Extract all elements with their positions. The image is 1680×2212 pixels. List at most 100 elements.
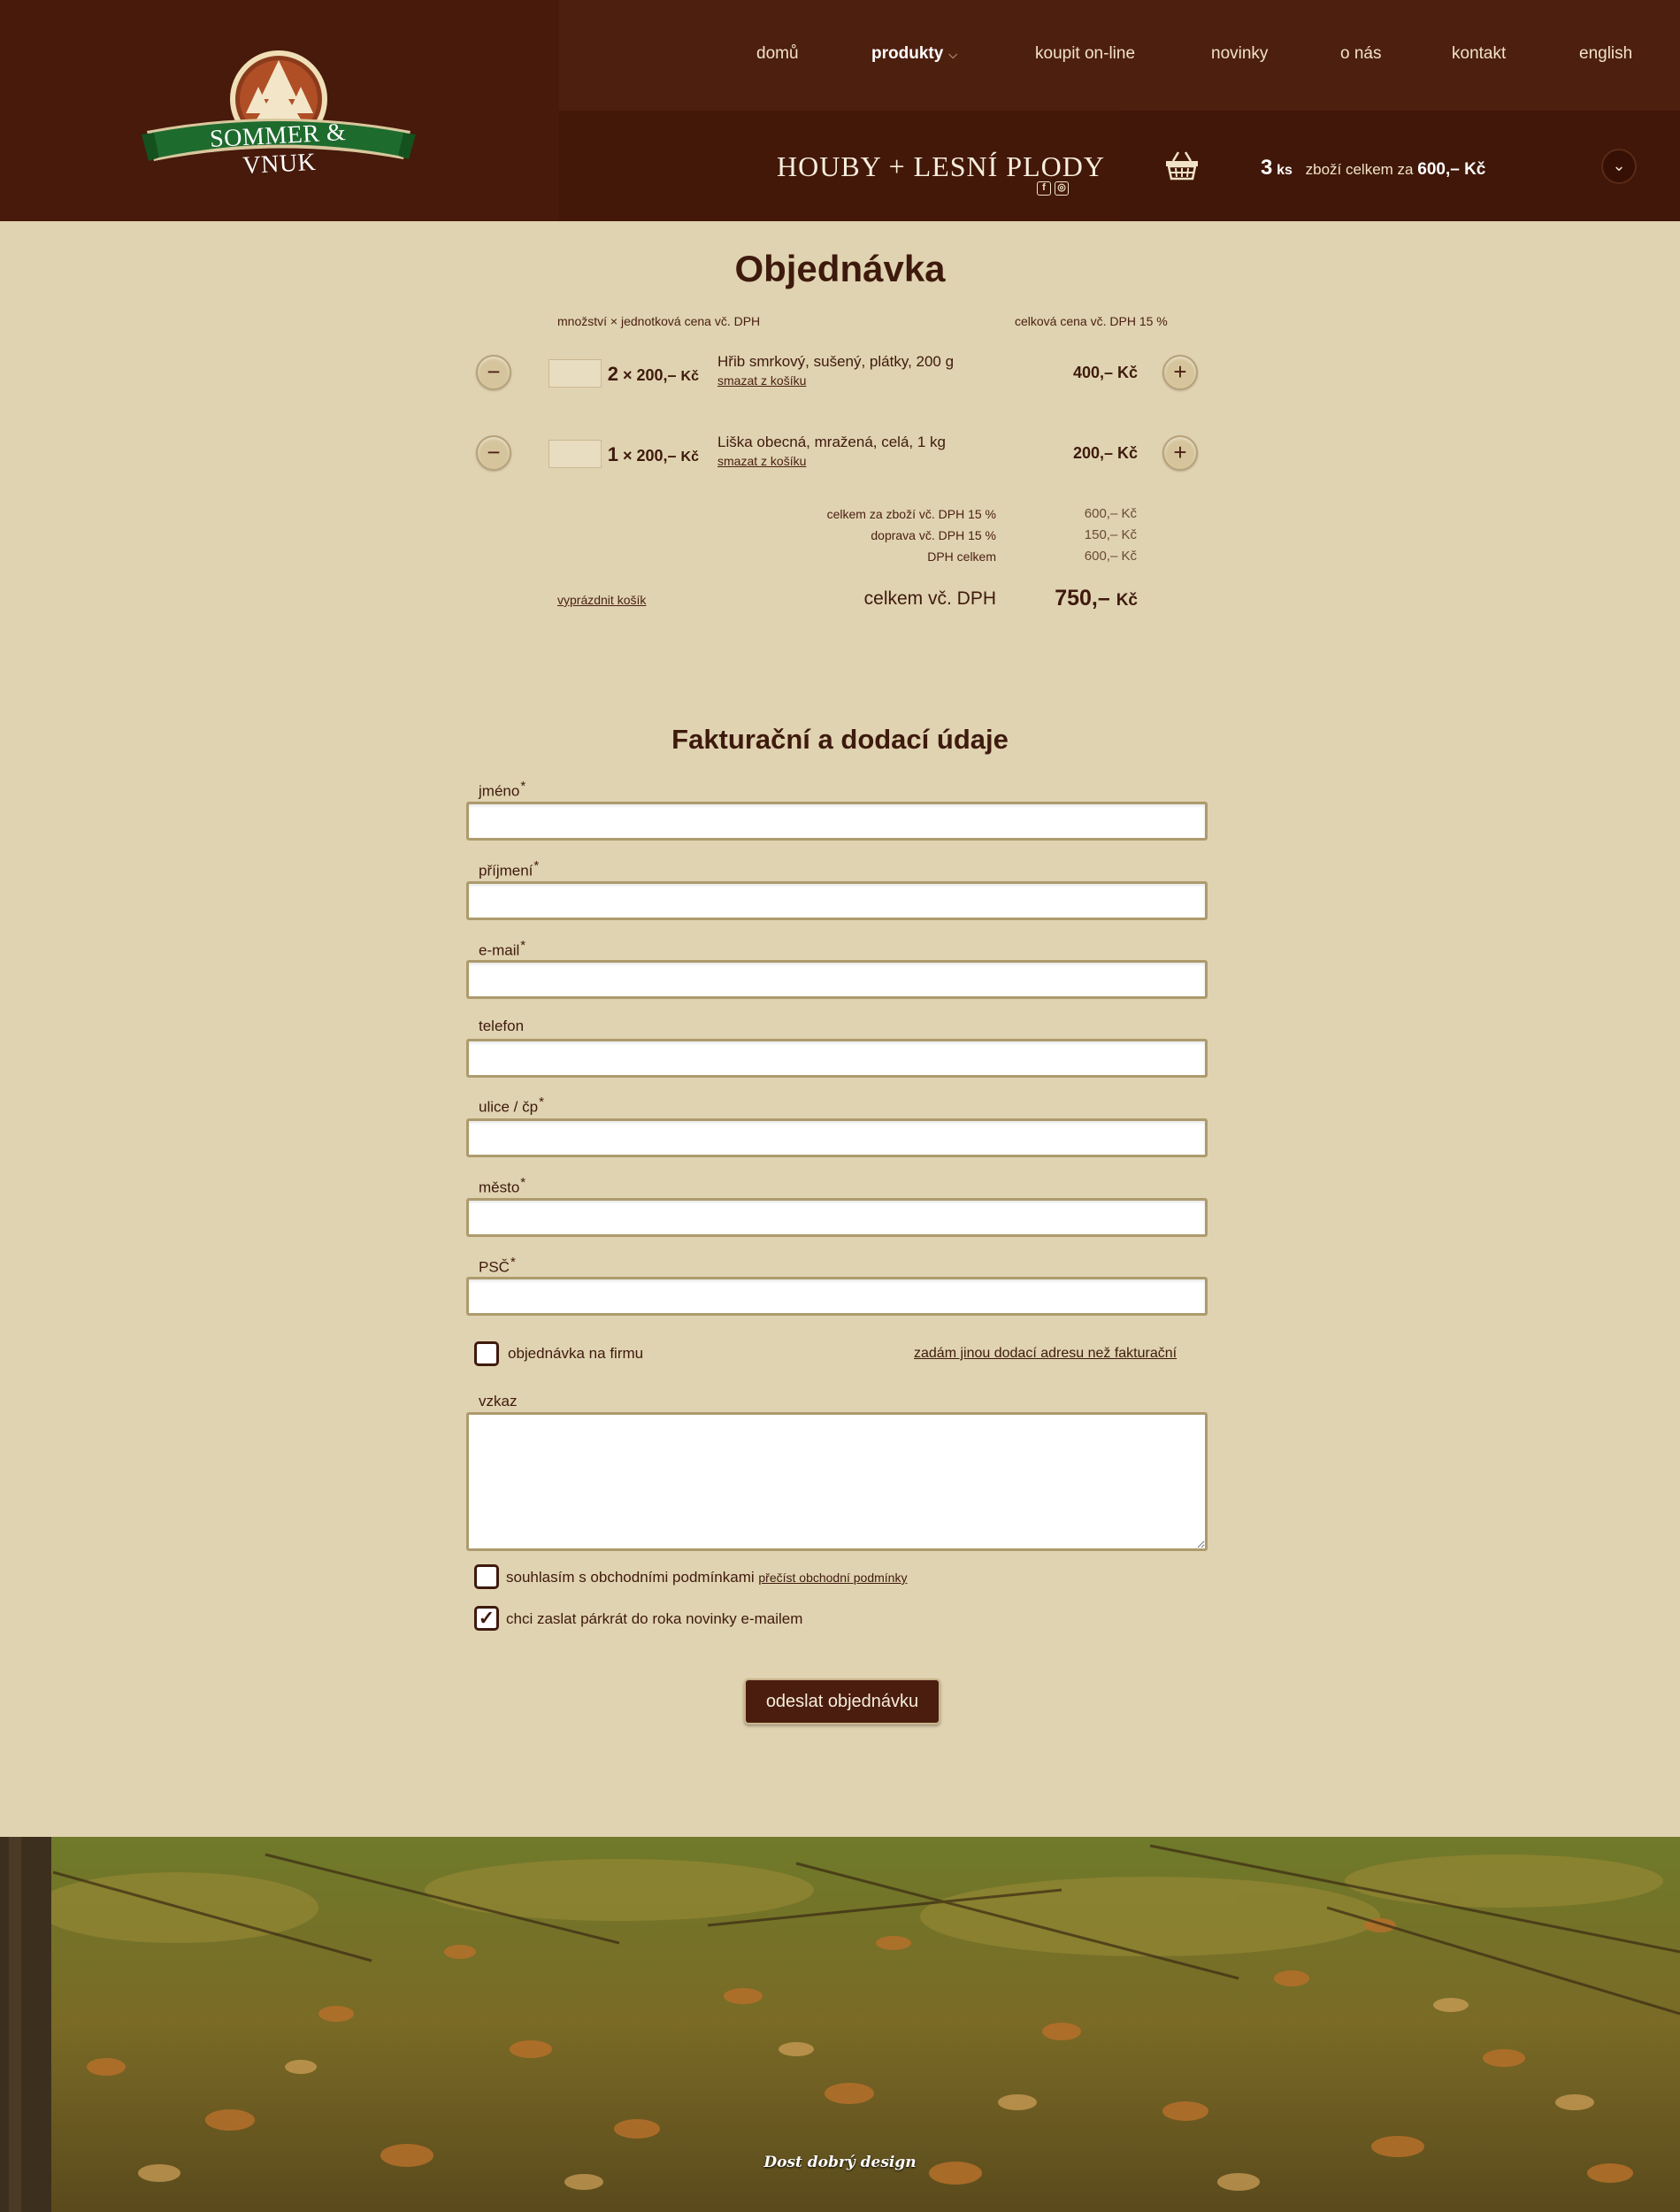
email-label-text: e-mail	[479, 941, 520, 959]
submit-order-button[interactable]: odeslat objednávku	[744, 1678, 940, 1724]
site-header: SOMMER & VNUK domů produkty ⌵ koupit on-l…	[0, 0, 1680, 221]
summary-goods-label: celkem za zboží vč. DPH 15 %	[826, 507, 996, 521]
total-amount: 750,–	[1055, 586, 1110, 611]
decrease-quantity-button[interactable]: −	[476, 435, 511, 471]
required-marker: *	[533, 858, 540, 873]
column-header-quantity: množství × jednotková cena vč. DPH	[557, 314, 761, 328]
last-name-input[interactable]	[466, 881, 1208, 920]
chevron-down-icon: ⌵	[948, 48, 958, 61]
email-input[interactable]	[466, 960, 1208, 999]
quantity-price-text: 1 × 200,– Kč	[608, 443, 699, 466]
summary-goods-value: 600,– Kč	[1084, 506, 1137, 521]
basket-icon[interactable]	[1164, 150, 1200, 180]
company-order-checkbox[interactable]	[474, 1341, 499, 1366]
cart-unit: ks	[1277, 163, 1293, 178]
category-title: HOUBY + LESNÍ PLODY	[777, 150, 1105, 182]
increase-quantity-button[interactable]: +	[1162, 435, 1198, 471]
item-quantity: 2	[607, 363, 618, 385]
quantity-stepper[interactable]: 2 × 200,– Kč	[548, 359, 699, 388]
item-total: 400,– Kč	[1072, 364, 1138, 381]
instagram-icon[interactable]: ◎	[1055, 181, 1069, 196]
item-name: Liška obecná, mražená, celá, 1 kg	[717, 434, 946, 450]
remove-from-cart-link[interactable]: smazat z košíku	[717, 373, 806, 388]
read-terms-link[interactable]: přečíst obchodní podmínky	[758, 1571, 907, 1585]
quantity-stepper[interactable]: 1 × 200,– Kč	[548, 440, 699, 468]
item-currency: Kč	[680, 449, 699, 465]
nav-item-products-label: produkty	[871, 44, 944, 63]
order-title: Objednávka	[734, 248, 946, 289]
cart-count: 3	[1261, 156, 1273, 180]
quantity-price-text: 2 × 200,– Kč	[608, 363, 699, 386]
checkmark-icon: ✓	[478, 1607, 495, 1629]
newsletter-label: chci zaslat párkrát do roka novinky e-ma…	[506, 1610, 803, 1627]
summary-vat-value: 600,– Kč	[1084, 549, 1137, 564]
phone-label: telefon	[479, 1018, 524, 1035]
zip-label: PSČ*	[479, 1255, 516, 1277]
item-currency: Kč	[680, 369, 699, 384]
main-nav: domů produkty ⌵ koupit on-line novinky o …	[0, 44, 1680, 71]
phone-label-text: telefon	[479, 1018, 525, 1034]
billing-title: Fakturační a dodací údaje	[671, 724, 1009, 755]
nav-item-about[interactable]: o nás	[1340, 44, 1381, 64]
item-total: 200,– Kč	[1072, 444, 1138, 462]
minus-icon: −	[487, 439, 501, 465]
summary-shipping-value: 150,– Kč	[1084, 527, 1137, 542]
quantity-field[interactable]	[548, 359, 602, 388]
message-textarea[interactable]	[466, 1412, 1208, 1551]
city-label: město*	[479, 1175, 525, 1197]
cart-expand-button[interactable]: ⌄	[1601, 149, 1637, 184]
terms-checkbox[interactable]	[474, 1564, 499, 1589]
item-unit-price: × 200,–	[622, 447, 677, 465]
first-name-label: jméno*	[479, 779, 525, 801]
required-marker: *	[539, 1094, 544, 1110]
nav-item-contact[interactable]: kontakt	[1452, 44, 1506, 64]
total-currency: Kč	[1116, 591, 1138, 610]
plus-icon: +	[1173, 358, 1187, 385]
alternate-delivery-address-link[interactable]: zadám jinou dodací adresu než fakturační	[914, 1346, 1177, 1362]
facebook-icon[interactable]: f	[1037, 181, 1051, 196]
increase-quantity-button[interactable]: +	[1162, 355, 1198, 390]
empty-cart-link[interactable]: vyprázdnit košík	[557, 593, 646, 607]
summary-shipping-label: doprava vč. DPH 15 %	[871, 528, 996, 542]
newsletter-checkbox[interactable]: ✓	[474, 1606, 499, 1631]
item-unit-price: × 200,–	[622, 366, 677, 384]
last-name-label-text: příjmení	[479, 862, 533, 879]
item-quantity: 1	[607, 443, 618, 465]
column-header-total: celková cena vč. DPH 15 %	[1015, 314, 1168, 328]
cart-price: 600,– Kč	[1417, 160, 1486, 179]
item-name: Hřib smrkový, sušený, plátky, 200 g	[717, 353, 955, 370]
cart-summary[interactable]: 3 ks zboží celkem za 600,– Kč	[1261, 156, 1485, 180]
terms-label: souhlasím s obchodními podmínkami přečís…	[506, 1569, 907, 1586]
zip-label-text: PSČ	[479, 1258, 510, 1276]
design-credit[interactable]: Dost dobrý design	[0, 2154, 1680, 2171]
total-value: 750,– Kč	[982, 586, 1138, 611]
required-marker: *	[510, 1255, 516, 1270]
summary-vat-label: DPH celkem	[927, 549, 996, 564]
required-marker: *	[520, 779, 526, 794]
nav-item-products[interactable]: produkty ⌵	[871, 44, 957, 64]
first-name-label-text: jméno	[479, 782, 520, 800]
city-input[interactable]	[466, 1198, 1208, 1237]
street-label-text: ulice / čp	[479, 1098, 539, 1116]
first-name-input[interactable]	[466, 802, 1208, 841]
nav-item-news[interactable]: novinky	[1211, 44, 1268, 64]
zip-input[interactable]	[466, 1277, 1208, 1316]
nav-item-english[interactable]: english	[1579, 44, 1632, 64]
nav-item-buy-online[interactable]: koupit on-line	[1035, 44, 1135, 64]
city-label-text: město	[479, 1179, 520, 1196]
logo-text: SOMMER & VNUK	[209, 119, 347, 180]
terms-label-text: souhlasím s obchodními podmínkami	[506, 1569, 755, 1586]
required-marker: *	[520, 938, 526, 953]
phone-input[interactable]	[466, 1039, 1208, 1078]
required-marker: *	[520, 1175, 526, 1190]
message-label: vzkaz	[479, 1393, 518, 1409]
quantity-field[interactable]	[548, 440, 602, 468]
nav-item-home[interactable]: domů	[756, 44, 799, 64]
email-label: e-mail*	[479, 938, 525, 960]
street-input[interactable]	[466, 1118, 1208, 1157]
company-order-label: objednávka na firmu	[508, 1345, 644, 1362]
decrease-quantity-button[interactable]: −	[476, 355, 511, 390]
remove-from-cart-link[interactable]: smazat z košíku	[717, 454, 806, 468]
social-links: f ◎	[1037, 181, 1069, 196]
street-label: ulice / čp*	[479, 1094, 544, 1117]
